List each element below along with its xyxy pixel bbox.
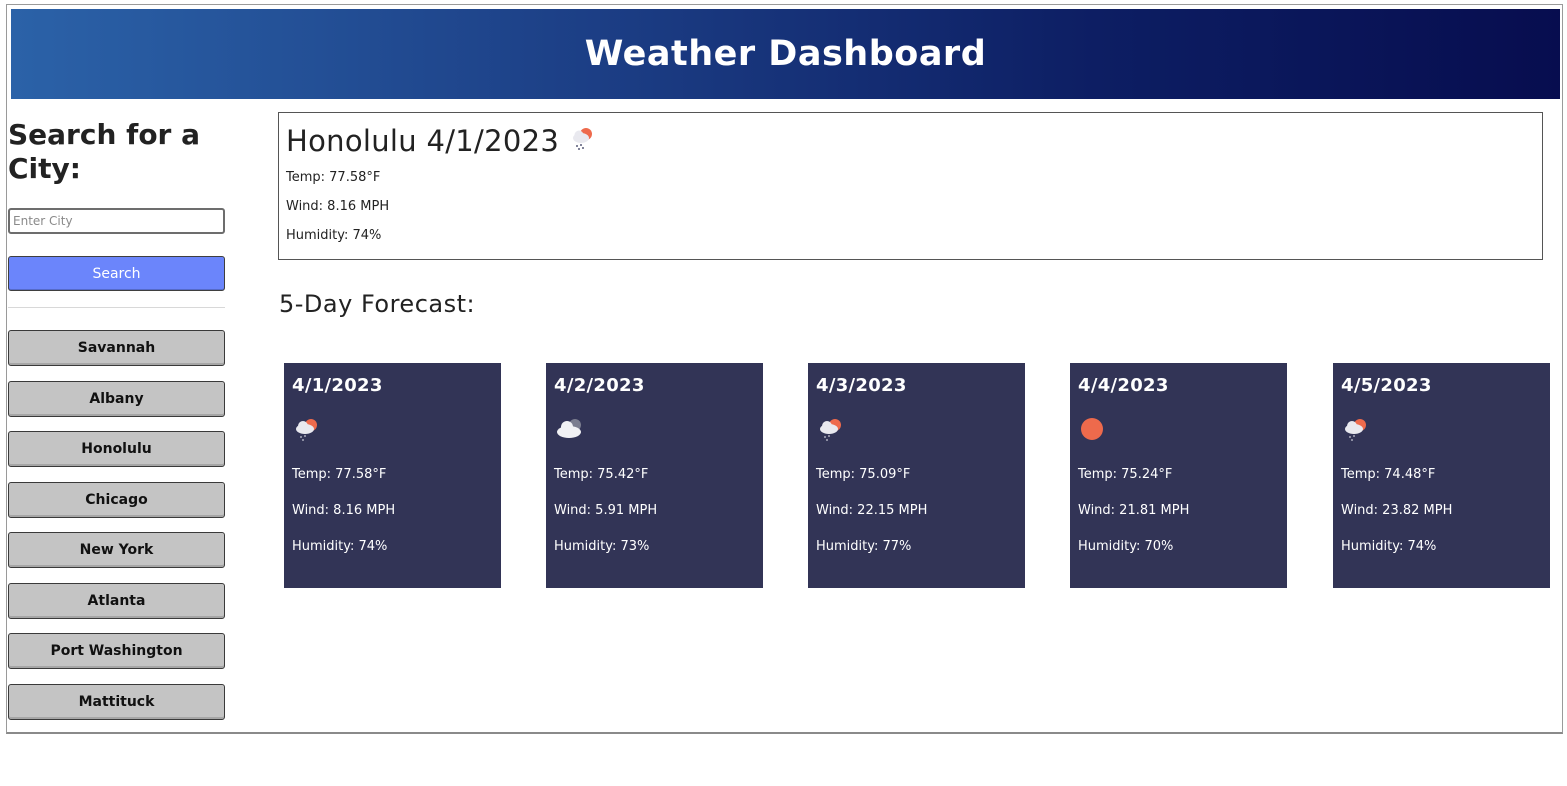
current-weather-heading: Honolulu 4/1/2023: [286, 121, 1535, 161]
forecast-temp: Temp: 77.58°F: [292, 467, 387, 482]
forecast-card: 4/2/2023 Temp: 75.42°F Wind: 5.91 MPH Hu…: [546, 363, 763, 588]
history-button-honolulu[interactable]: Honolulu: [8, 431, 225, 467]
sidebar-divider: [8, 307, 225, 308]
current-humidity: Humidity: 74%: [286, 228, 382, 243]
current-weather-panel: Honolulu 4/1/2023 Temp: 77.58°F Wind: 8.…: [278, 112, 1543, 260]
search-button[interactable]: Search: [8, 256, 225, 291]
forecast-heading: 5-Day Forecast:: [279, 290, 476, 318]
forecast-temp: Temp: 75.42°F: [554, 467, 649, 482]
history-button-chicago[interactable]: Chicago: [8, 481, 225, 518]
forecast-humidity: Humidity: 74%: [1341, 539, 1437, 554]
forecast-humidity: Humidity: 74%: [292, 539, 388, 554]
forecast-date: 4/5/2023: [1341, 375, 1432, 396]
forecast-card: 4/5/2023 Temp: 74.48°F Wind: 23.82 MPH H…: [1333, 363, 1550, 588]
forecast-humidity: Humidity: 77%: [816, 539, 912, 554]
cloud-sun-rain-icon: [292, 401, 493, 457]
history-button-port-washington[interactable]: Port Washington: [8, 633, 225, 669]
search-sidebar: Search for a City: Search Savannah Alban…: [8, 118, 226, 734]
history-button-atlanta[interactable]: Atlanta: [8, 582, 225, 619]
cloud-icon: [554, 401, 755, 457]
current-weather-stats: Temp: 77.58°F Wind: 8.16 MPH Humidity: 7…: [286, 163, 1535, 250]
forecast-wind: Wind: 21.81 MPH: [1078, 503, 1190, 518]
forecast-date: 4/2/2023: [554, 375, 645, 396]
page-header: Weather Dashboard: [11, 9, 1560, 99]
cloud-sun-rain-icon: [1341, 401, 1542, 457]
cloud-sun-rain-icon: [816, 401, 1017, 457]
history-button-albany[interactable]: Albany: [8, 380, 225, 417]
forecast-card: 4/3/2023 Temp: 75.09°F Wind: 22.15 MPH H…: [808, 363, 1025, 588]
search-heading: Search for a City:: [8, 118, 201, 185]
forecast-wind: Wind: 23.82 MPH: [1341, 503, 1453, 518]
search-history-list: Savannah Albany Honolulu Chicago New Yor…: [8, 330, 226, 720]
forecast-date: 4/4/2023: [1078, 375, 1169, 396]
forecast-wind: Wind: 8.16 MPH: [292, 503, 396, 518]
forecast-date: 4/3/2023: [816, 375, 907, 396]
forecast-humidity: Humidity: 70%: [1078, 539, 1174, 554]
history-button-savannah[interactable]: Savannah: [8, 330, 225, 366]
rain-cloud-sun-icon: [569, 124, 599, 158]
forecast-wind: Wind: 5.91 MPH: [554, 503, 658, 518]
forecast-card: 4/4/2023 Temp: 75.24°F Wind: 21.81 MPH H…: [1070, 363, 1287, 588]
sun-icon: [1078, 401, 1279, 457]
history-button-mattituck[interactable]: Mattituck: [8, 683, 225, 720]
history-button-new-york[interactable]: New York: [8, 532, 225, 568]
forecast-temp: Temp: 75.09°F: [816, 467, 911, 482]
forecast-wind: Wind: 22.15 MPH: [816, 503, 928, 518]
current-temp: Temp: 77.58°F: [286, 170, 381, 185]
current-wind: Wind: 8.16 MPH: [286, 199, 390, 214]
page-title: Weather Dashboard: [584, 34, 987, 74]
forecast-date: 4/1/2023: [292, 375, 383, 396]
current-city-date: Honolulu 4/1/2023: [286, 124, 560, 158]
forecast-card: 4/1/2023 Temp: 77.58°F Wind: 8.16 MPH Hu…: [284, 363, 501, 588]
city-search-input[interactable]: [8, 208, 225, 234]
forecast-humidity: Humidity: 73%: [554, 539, 650, 554]
forecast-temp: Temp: 75.24°F: [1078, 467, 1173, 482]
forecast-temp: Temp: 74.48°F: [1341, 467, 1436, 482]
